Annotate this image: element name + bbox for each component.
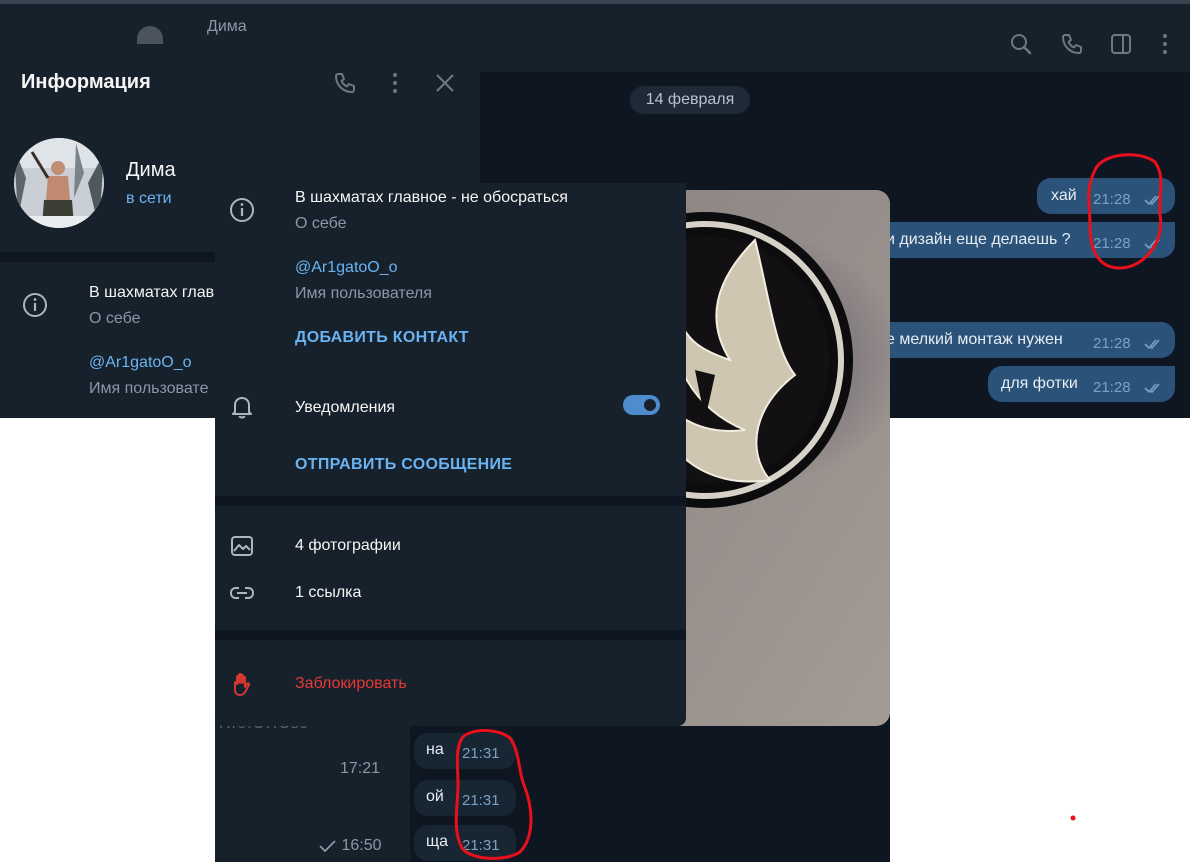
double-check-icon <box>1144 383 1160 394</box>
double-check-icon <box>1144 195 1160 206</box>
user-status: в сети <box>126 190 172 207</box>
photo-icon <box>229 533 255 559</box>
bio-label: О себе <box>295 215 347 232</box>
message-bubble[interactable]: для фотки 21:28 <box>988 366 1175 402</box>
search-icon[interactable] <box>1009 32 1033 56</box>
date-separator: 14 февраля <box>630 86 750 114</box>
collapsed-avatar <box>137 26 163 44</box>
message-bubble[interactable]: и дизайн еще делаешь ? 21:28 <box>870 222 1175 258</box>
chat-contact-name[interactable]: Дима <box>207 18 247 36</box>
notifications-toggle[interactable] <box>623 395 660 415</box>
message-time: 21:31 <box>462 792 500 809</box>
block-user-button[interactable]: Заблокировать <box>295 675 407 693</box>
chat-list-time-value: 16:50 <box>341 837 382 854</box>
more-vertical-icon[interactable] <box>1153 32 1177 56</box>
info-icon <box>23 293 47 317</box>
double-check-icon <box>1144 339 1160 350</box>
send-message-button[interactable]: ОТПРАВИТЬ СООБЩЕНИЕ <box>295 456 512 474</box>
block-hand-icon <box>229 671 255 697</box>
message-time: 21:28 <box>1093 191 1131 208</box>
message-text: хай <box>1051 187 1077 204</box>
toggle-knob <box>642 397 658 413</box>
username-label: Имя пользовате <box>89 380 209 397</box>
bio-text: В шахматах глав <box>89 284 215 301</box>
message-text: и дизайн еще делаешь ? <box>886 231 1071 248</box>
bio-label: О себе <box>89 310 141 327</box>
phone-icon[interactable] <box>1060 32 1084 56</box>
info-panel-title: Информация <box>21 71 151 93</box>
message-bubble[interactable]: ой 21:31 <box>414 780 516 816</box>
message-text: на <box>426 741 444 758</box>
message-text: ой <box>426 788 444 805</box>
chat-list-time: 16:50 <box>319 837 382 855</box>
section-divider <box>215 496 686 506</box>
message-time: 21:28 <box>1093 335 1131 352</box>
message-bubble[interactable]: хай 21:28 <box>1037 178 1175 214</box>
info-icon <box>229 197 255 223</box>
user-name: Дима <box>126 159 176 181</box>
notifications-label: Уведомления <box>295 399 396 416</box>
add-contact-button[interactable]: ДОБАВИТЬ КОНТАКТ <box>295 329 469 347</box>
avatar[interactable] <box>14 138 104 228</box>
chat-fragment: на 21:31 ой 21:31 ща 21:31 <box>410 705 890 862</box>
message-text: ща <box>426 833 449 850</box>
message-bubble[interactable]: ща 21:31 <box>414 825 516 861</box>
chat-list-fragment: Пfб:ОЯЄsэ 17:21 16:50 <box>215 705 410 862</box>
username-label: Имя пользователя <box>295 285 432 302</box>
message-text: е мелкий монтаж нужен <box>886 331 1063 348</box>
user-info-card: В шахматах главное - не обосраться О себ… <box>215 183 686 726</box>
link-icon <box>229 580 255 606</box>
username-text[interactable]: @Ar1gatoO_o <box>89 354 192 372</box>
sidebar-toggle-icon[interactable] <box>1109 32 1133 56</box>
bio-text: В шахматах главное - не обосраться <box>295 189 568 206</box>
check-icon <box>319 840 336 853</box>
message-time: 21:28 <box>1093 235 1131 252</box>
section-divider <box>215 630 686 640</box>
double-check-icon <box>1144 239 1160 250</box>
message-time: 21:31 <box>462 745 500 762</box>
message-time: 21:31 <box>462 837 500 854</box>
close-icon[interactable] <box>433 71 457 95</box>
chat-list-time: 17:21 <box>340 760 381 777</box>
message-time: 21:28 <box>1093 379 1131 396</box>
more-vertical-icon[interactable] <box>383 71 407 95</box>
message-text: для фотки <box>1001 375 1078 392</box>
shared-photos-link[interactable]: 4 фотографии <box>295 537 401 555</box>
message-bubble[interactable]: на 21:31 <box>414 733 516 769</box>
phone-icon[interactable] <box>333 71 357 95</box>
shared-links-link[interactable]: 1 ссылка <box>295 584 361 602</box>
annotation-dot <box>1070 815 1076 821</box>
username-text[interactable]: @Ar1gatoO_o <box>295 259 398 277</box>
bell-icon <box>229 394 255 420</box>
screenshot-stage: Дима 14 февраля хай 21:28 и дизайн еще д… <box>0 0 1190 862</box>
message-bubble[interactable]: е мелкий монтаж нужен 21:28 <box>870 322 1175 358</box>
